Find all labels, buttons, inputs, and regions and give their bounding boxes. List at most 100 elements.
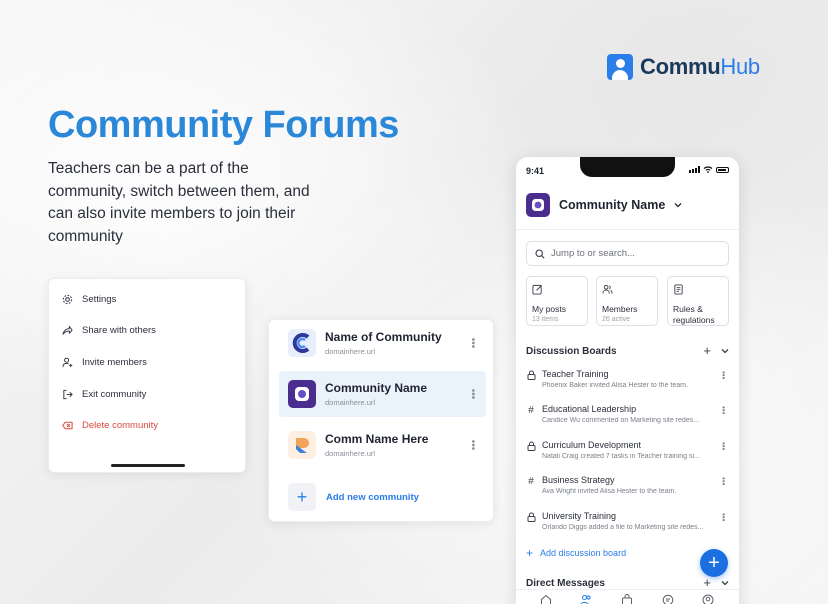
board-name: Educational Leadership: [542, 404, 637, 414]
compose-fab-button[interactable]: +: [700, 549, 728, 577]
signal-icon: [689, 166, 700, 173]
menu-item-share[interactable]: Share with others: [62, 325, 156, 336]
menu-item-label: Share with others: [82, 325, 156, 336]
menu-item-label: Delete community: [82, 420, 159, 431]
board-name: University Training: [542, 511, 617, 521]
lock-icon: [526, 441, 536, 451]
plus-icon[interactable]: +: [703, 575, 711, 590]
add-community-label: Add new community: [326, 491, 419, 503]
community-item[interactable]: Name of Community domainhere.url •••: [279, 320, 486, 366]
divider: [516, 229, 739, 230]
members-icon: [602, 284, 613, 294]
wifi-icon: [703, 166, 713, 173]
community-tab-icon[interactable]: [580, 594, 592, 604]
profile-icon[interactable]: [702, 594, 714, 604]
battery-icon: [716, 166, 729, 173]
community-url: domainhere.url: [325, 347, 376, 356]
share-icon: [62, 325, 73, 336]
board-activity: Ava Wright invited Alisa Hester to the t…: [542, 488, 677, 495]
more-options-icon[interactable]: •••: [719, 371, 728, 379]
delete-icon: [62, 420, 73, 431]
add-community-button[interactable]: + Add new community: [288, 483, 419, 511]
more-options-icon[interactable]: •••: [467, 440, 478, 451]
quick-link-rules[interactable]: Rules & regulations: [667, 276, 729, 326]
board-name: Business Strategy: [542, 475, 615, 485]
discussion-actions: +: [703, 343, 729, 358]
board-name: Teacher Training: [542, 369, 609, 379]
discussion-boards-title: Discussion Boards: [526, 346, 617, 357]
bottom-tab-bar: [516, 589, 739, 604]
edit-icon: [532, 284, 542, 295]
home-icon[interactable]: [540, 594, 552, 604]
community-selector[interactable]: Community Name: [526, 193, 682, 217]
more-options-icon[interactable]: •••: [719, 477, 728, 485]
exit-icon: [62, 389, 73, 400]
quick-link-my-posts[interactable]: My posts 13 items: [526, 276, 588, 326]
more-options-icon[interactable]: •••: [719, 513, 728, 521]
community-name: Name of Community: [325, 330, 442, 344]
lock-icon: [526, 370, 536, 380]
quick-link-label: Rules & regulations: [673, 304, 715, 325]
hash-icon: #: [528, 475, 534, 487]
community-name: Community Name: [325, 381, 428, 395]
search-icon: [535, 248, 545, 259]
logo-text-part1: Commu: [640, 54, 721, 79]
quick-link-sub: 26 active: [602, 316, 631, 323]
community-url: domainhere.url: [325, 398, 376, 407]
status-time: 9:41: [526, 166, 545, 176]
direct-messages-title: Direct Messages: [526, 578, 605, 589]
community-name: Comm Name Here: [325, 432, 429, 446]
quick-link-members[interactable]: Members 26 active: [596, 276, 658, 326]
dm-actions: +: [703, 575, 729, 590]
more-options-icon[interactable]: •••: [467, 338, 478, 349]
bag-icon[interactable]: [621, 594, 633, 604]
logo-text-part2: Hub: [720, 54, 760, 79]
menu-item-label: Exit community: [82, 389, 147, 400]
community-avatar: [288, 380, 316, 408]
board-activity: Phoenix Baker invited Alisa Hester to th…: [542, 382, 688, 389]
hero-description: Teachers can be a part of the community,…: [48, 160, 310, 245]
menu-item-settings[interactable]: Settings: [62, 294, 116, 305]
plus-icon[interactable]: +: [703, 343, 711, 358]
more-options-icon[interactable]: •••: [719, 442, 728, 450]
commuhub-logo: CommuHub: [607, 54, 760, 80]
chevron-down-icon[interactable]: [721, 580, 729, 586]
hash-icon: #: [528, 404, 534, 416]
more-options-icon[interactable]: •••: [719, 406, 728, 414]
board-activity: Orlando Diggs added a file to Marketing …: [542, 524, 704, 531]
add-board-label: Add discussion board: [540, 548, 627, 558]
community-avatar: [526, 193, 550, 217]
quick-link-label: My posts: [532, 304, 567, 314]
community-avatar: [288, 329, 316, 357]
phone-mockup: 9:41 Community Name My posts 13 items Me…: [516, 157, 739, 604]
menu-item-label: Settings: [82, 294, 117, 305]
menu-item-label: Invite members: [82, 357, 147, 368]
logo-user-icon: [607, 54, 633, 80]
plus-icon: +: [288, 483, 316, 511]
search-bar[interactable]: [526, 241, 729, 266]
status-icons: [689, 166, 729, 173]
home-indicator: [111, 464, 185, 467]
phone-notch: [580, 157, 675, 177]
community-switcher: Name of Community domainhere.url ••• Com…: [268, 319, 494, 522]
logo-text: CommuHub: [640, 54, 760, 80]
board-name: Curriculum Development: [542, 440, 642, 450]
menu-item-delete[interactable]: Delete community: [62, 420, 158, 431]
board-activity: Natali Craig created 7 tasks in Teacher …: [542, 453, 700, 460]
community-item[interactable]: Community Name domainhere.url •••: [279, 371, 486, 417]
menu-item-invite[interactable]: Invite members: [62, 357, 147, 368]
community-title: Community Name: [559, 198, 666, 212]
community-avatar: [288, 431, 316, 459]
quick-link-label: Members: [602, 304, 638, 314]
menu-item-exit[interactable]: Exit community: [62, 389, 146, 400]
hero-title: Community Forums: [48, 104, 399, 146]
more-options-icon[interactable]: •••: [467, 389, 478, 400]
add-user-icon: [62, 357, 73, 368]
search-input[interactable]: [551, 248, 711, 259]
quick-link-sub: 13 items: [532, 316, 559, 323]
gear-icon: [62, 294, 73, 305]
chevron-down-icon[interactable]: [721, 348, 729, 354]
add-discussion-board-button[interactable]: + Add discussion board: [526, 546, 626, 560]
community-item[interactable]: Comm Name Here domainhere.url •••: [279, 422, 486, 468]
chat-icon[interactable]: [662, 594, 674, 604]
